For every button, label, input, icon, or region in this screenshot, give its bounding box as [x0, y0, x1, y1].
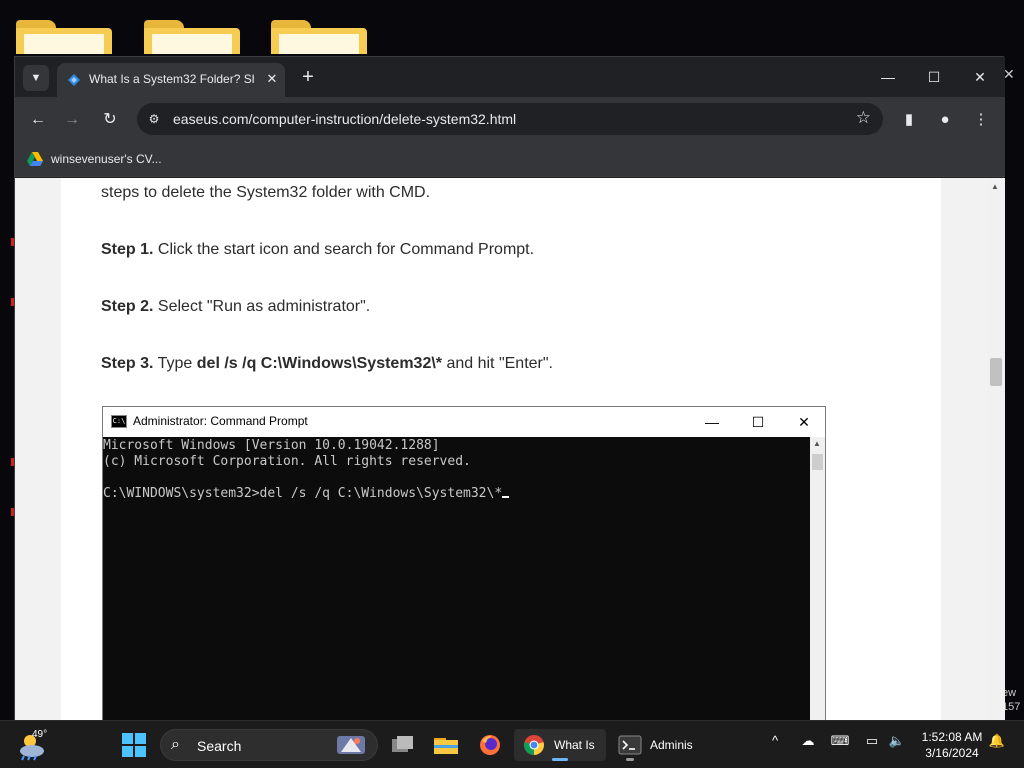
active-tab[interactable]: What Is a System32 Folder? Sho ✕: [57, 63, 285, 97]
cmd-maximize-icon: ☐: [751, 414, 765, 430]
background-window-edge: [0, 178, 15, 698]
url-text[interactable]: easeus.com/computer-instruction/delete-s…: [173, 111, 516, 127]
page-viewport: steps to delete the System32 folder with…: [15, 178, 987, 721]
intro-text: steps to delete the System32 folder with…: [101, 184, 431, 201]
terminal-taskbar-button[interactable]: Adminis: [612, 729, 702, 761]
tab-title: What Is a System32 Folder? Sho: [89, 72, 254, 86]
desktop-folder-icon[interactable]: [271, 20, 367, 54]
scroll-up-icon: ▲: [813, 439, 821, 448]
site-info-icon[interactable]: ⚙: [145, 110, 163, 128]
system-clock[interactable]: 1:52:08 AM 3/16/2024: [916, 729, 988, 761]
step-2-text: Step 2. Select "Run as administrator".: [101, 298, 371, 315]
search-label: Search: [197, 738, 242, 754]
more-menu-icon[interactable]: ⋮: [969, 108, 993, 132]
clock-date: 3/16/2024: [925, 746, 979, 760]
desktop-folder-icon[interactable]: [16, 20, 112, 54]
cmd-output: Microsoft Windows [Version 10.0.19042.12…: [103, 437, 810, 721]
site-favicon-icon: [68, 74, 80, 86]
desktop-folder-icon[interactable]: [144, 20, 240, 54]
forward-arrow-icon[interactable]: →: [59, 107, 85, 133]
notification-bell-icon[interactable]: 🔔: [986, 733, 1008, 749]
article-body: steps to delete the System32 folder with…: [61, 178, 941, 721]
cmd-title: Administrator: Command Prompt: [133, 414, 308, 428]
background-window-text: ew 157: [1002, 687, 1021, 713]
cmd-minimize-icon: —: [705, 414, 719, 430]
clock-time: 1:52:08 AM: [921, 730, 983, 744]
search-highlight-icon: [337, 736, 365, 754]
tab-close-icon[interactable]: ✕: [263, 70, 281, 88]
terminal-task-label: Adminis: [650, 738, 693, 752]
tab-search-button[interactable]: ▼: [23, 65, 49, 91]
file-explorer-icon[interactable]: [430, 729, 462, 761]
onedrive-cloud-icon[interactable]: ☁: [797, 733, 819, 749]
taskbar: 49° ⌕ Search What Is Adminis ^ ☁ ⌨ ▭ 🔈 1…: [0, 720, 1024, 768]
taskbar-search[interactable]: ⌕ Search: [160, 729, 378, 761]
cmd-close-icon: ✕: [798, 414, 810, 430]
step-1-text: Step 1. Click the start icon and search …: [101, 241, 535, 258]
page-scrollbar[interactable]: ▲: [987, 178, 1005, 721]
speaker-muted-icon[interactable]: 🔈: [886, 733, 908, 749]
maximize-button[interactable]: ☐: [919, 65, 949, 89]
weather-temperature: 49°: [32, 729, 48, 740]
cmd-cursor: [502, 496, 510, 498]
step-3-text: Step 3. Type del /s /q C:\Windows\System…: [101, 355, 553, 372]
show-hidden-icons-chevron-icon[interactable]: ^: [764, 733, 786, 748]
terminal-icon: [618, 735, 642, 755]
chrome-taskbar-button[interactable]: What Is: [514, 729, 606, 761]
scroll-thumb[interactable]: [990, 358, 1002, 386]
bookmark-item[interactable]: winsevenuser's CV...: [27, 149, 162, 169]
keyboard-icon[interactable]: ⌨: [829, 733, 851, 749]
bookmark-star-icon[interactable]: ☆: [856, 108, 871, 128]
google-drive-icon: [27, 152, 43, 166]
minimize-button[interactable]: —: [873, 65, 903, 89]
weather-widget[interactable]: 49°: [18, 729, 52, 761]
chrome-icon: [524, 735, 544, 755]
cmd-line: (c) Microsoft Corporation. All rights re…: [103, 454, 471, 469]
task-view-icon[interactable]: [388, 729, 418, 761]
new-tab-button[interactable]: +: [297, 67, 319, 89]
side-panel-icon[interactable]: ▮: [897, 108, 921, 132]
chrome-task-label: What Is: [554, 738, 595, 752]
cmd-scroll-thumb: [812, 454, 823, 470]
cmd-prompt-line: C:\WINDOWS\system32>del /s /q C:\Windows…: [103, 486, 810, 502]
cmd-title-bar: C:\ Administrator: Command Prompt — ☐ ✕: [103, 407, 825, 437]
back-arrow-icon[interactable]: ←: [25, 107, 51, 133]
start-windows-icon[interactable]: [122, 733, 146, 757]
firefox-icon[interactable]: [474, 729, 506, 761]
search-icon: ⌕: [171, 736, 180, 753]
running-indicator: [626, 758, 634, 761]
tab-strip: ▼ What Is a System32 Folder? Sho ✕ + — ☐…: [15, 57, 1005, 97]
browser-toolbar: ← → ↻ ⚙ easeus.com/computer-instruction/…: [15, 97, 1005, 141]
cmd-app-icon: C:\: [111, 415, 127, 428]
network-icon[interactable]: ▭: [861, 733, 883, 749]
cmd-line: Microsoft Windows [Version 10.0.19042.12…: [103, 438, 440, 453]
reload-icon[interactable]: ↻: [97, 107, 123, 133]
browser-window: ▼ What Is a System32 Folder? Sho ✕ + — ☐…: [14, 56, 1005, 721]
scroll-up-arrow-icon[interactable]: ▲: [991, 182, 999, 191]
cmd-scrollbar: ▲: [810, 437, 825, 721]
active-indicator: [552, 758, 568, 761]
close-window-button[interactable]: ✕: [965, 65, 995, 89]
command-prompt-image: C:\ Administrator: Command Prompt — ☐ ✕ …: [102, 406, 826, 721]
chevron-down-icon: ▼: [30, 72, 42, 84]
bookmarks-bar: winsevenuser's CV...: [15, 141, 1005, 177]
bookmark-label: winsevenuser's CV...: [51, 152, 162, 166]
address-bar[interactable]: ⚙ easeus.com/computer-instruction/delete…: [137, 103, 883, 135]
profile-avatar-icon[interactable]: ●: [933, 108, 957, 132]
